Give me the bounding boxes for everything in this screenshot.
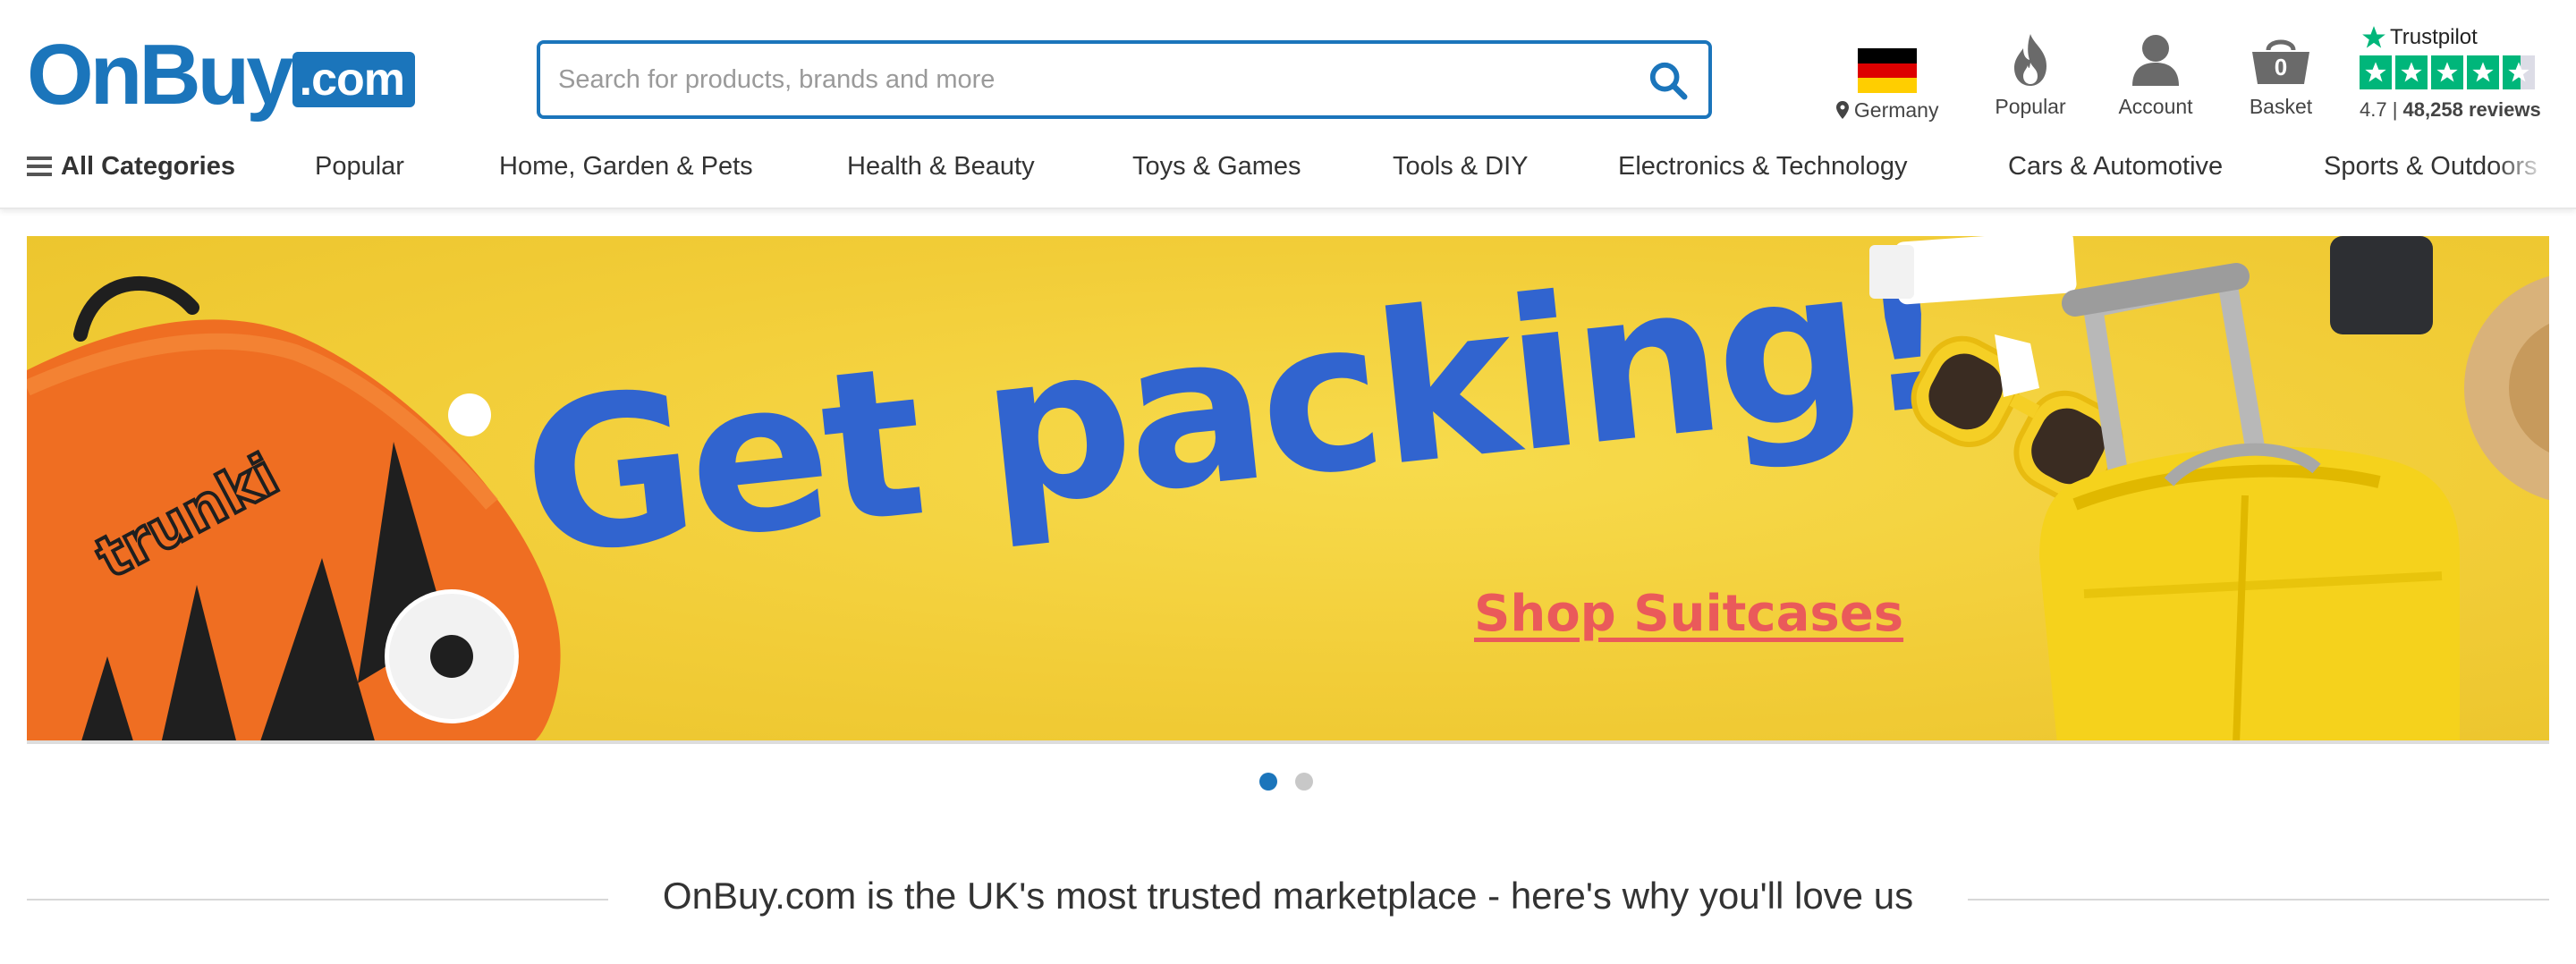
trustpilot-rating: 4.7 xyxy=(2360,98,2387,121)
trustpilot-score: 4.7 | 48,258 reviews xyxy=(2360,98,2541,121)
location-pin-icon xyxy=(1835,101,1849,119)
popular-label: Popular xyxy=(1995,95,2066,118)
flame-icon xyxy=(2014,34,2046,86)
tagline-heading: OnBuy.com is the UK's most trusted marke… xyxy=(27,875,2549,917)
logo-wordmark: OnBuy xyxy=(27,27,294,123)
star-icon xyxy=(2431,55,2463,89)
search-input[interactable] xyxy=(558,44,1614,115)
onbuy-logo[interactable]: OnBuy .com xyxy=(27,27,416,123)
nav-item-tools-diy[interactable]: Tools & DIY xyxy=(1393,148,1529,184)
basket-label: Basket xyxy=(2249,95,2313,118)
nav-item-home-garden-pets[interactable]: Home, Garden & Pets xyxy=(499,148,753,184)
basket-link[interactable]: 0 Basket xyxy=(2236,32,2326,131)
carousel-dots xyxy=(1259,773,1313,791)
hamburger-menu-icon xyxy=(27,156,52,176)
nav-item-cars-automotive[interactable]: Cars & Automotive xyxy=(2008,148,2223,184)
basket-count: 0 xyxy=(2274,54,2288,80)
nav-item-electronics-technology[interactable]: Electronics & Technology xyxy=(1618,148,1907,184)
logo-suffix: .com xyxy=(292,52,416,107)
travel-accessories-image xyxy=(1869,236,2549,740)
star-icon xyxy=(2467,55,2499,89)
half-star-icon xyxy=(2503,55,2535,89)
nav-item-popular[interactable]: Popular xyxy=(315,148,404,184)
location-label: Germany xyxy=(1853,98,1939,122)
trustpilot-brand-label: Trustpilot xyxy=(2390,25,2478,49)
carousel-dot-1[interactable] xyxy=(1259,773,1277,791)
popular-link[interactable]: Popular xyxy=(1986,32,2075,131)
location-label-wrap: Germany xyxy=(1834,98,1941,123)
carousel-dot-2[interactable] xyxy=(1295,773,1313,791)
category-nav: All Categories Popular Home, Garden & Pe… xyxy=(27,148,2549,188)
account-label: Account xyxy=(2118,95,2193,118)
trustpilot-brand: Trustpilot xyxy=(2361,25,2556,50)
nav-fade-overlay xyxy=(2496,148,2549,188)
trustpilot-stars xyxy=(2360,55,2556,89)
trustpilot-star-icon xyxy=(2362,26,2385,48)
basket-icon: 0 xyxy=(2249,32,2313,88)
tagline-text: OnBuy.com is the UK's most trusted marke… xyxy=(642,875,1934,917)
star-icon xyxy=(2395,55,2428,89)
nav-item-toys-games[interactable]: Toys & Games xyxy=(1132,148,1301,184)
star-icon xyxy=(2360,55,2392,89)
trunki-suitcase-image: trunki xyxy=(27,276,561,740)
site-header: OnBuy .com Germany Popular Account xyxy=(0,0,2576,209)
nav-all-categories[interactable]: All Categories xyxy=(27,148,235,184)
nav-item-health-beauty[interactable]: Health & Beauty xyxy=(847,148,1035,184)
hero-banner[interactable]: trunki Get packing! Shop Suitcases xyxy=(27,236,2549,744)
search-bar xyxy=(537,40,1712,119)
location-selector[interactable]: Germany xyxy=(1834,32,1941,131)
nav-all-categories-label: All Categories xyxy=(61,152,235,181)
tagline-section: OnBuy.com is the UK's most trusted marke… xyxy=(27,875,2549,925)
user-icon xyxy=(2132,35,2179,86)
trustpilot-reviews: 48,258 reviews xyxy=(2402,98,2541,121)
account-link[interactable]: Account xyxy=(2111,32,2200,131)
trustpilot-widget[interactable]: Trustpilot 4.7 | 48,258 reviews xyxy=(2360,25,2556,132)
germany-flag-icon xyxy=(1858,48,1917,93)
search-icon[interactable] xyxy=(1648,60,1689,101)
